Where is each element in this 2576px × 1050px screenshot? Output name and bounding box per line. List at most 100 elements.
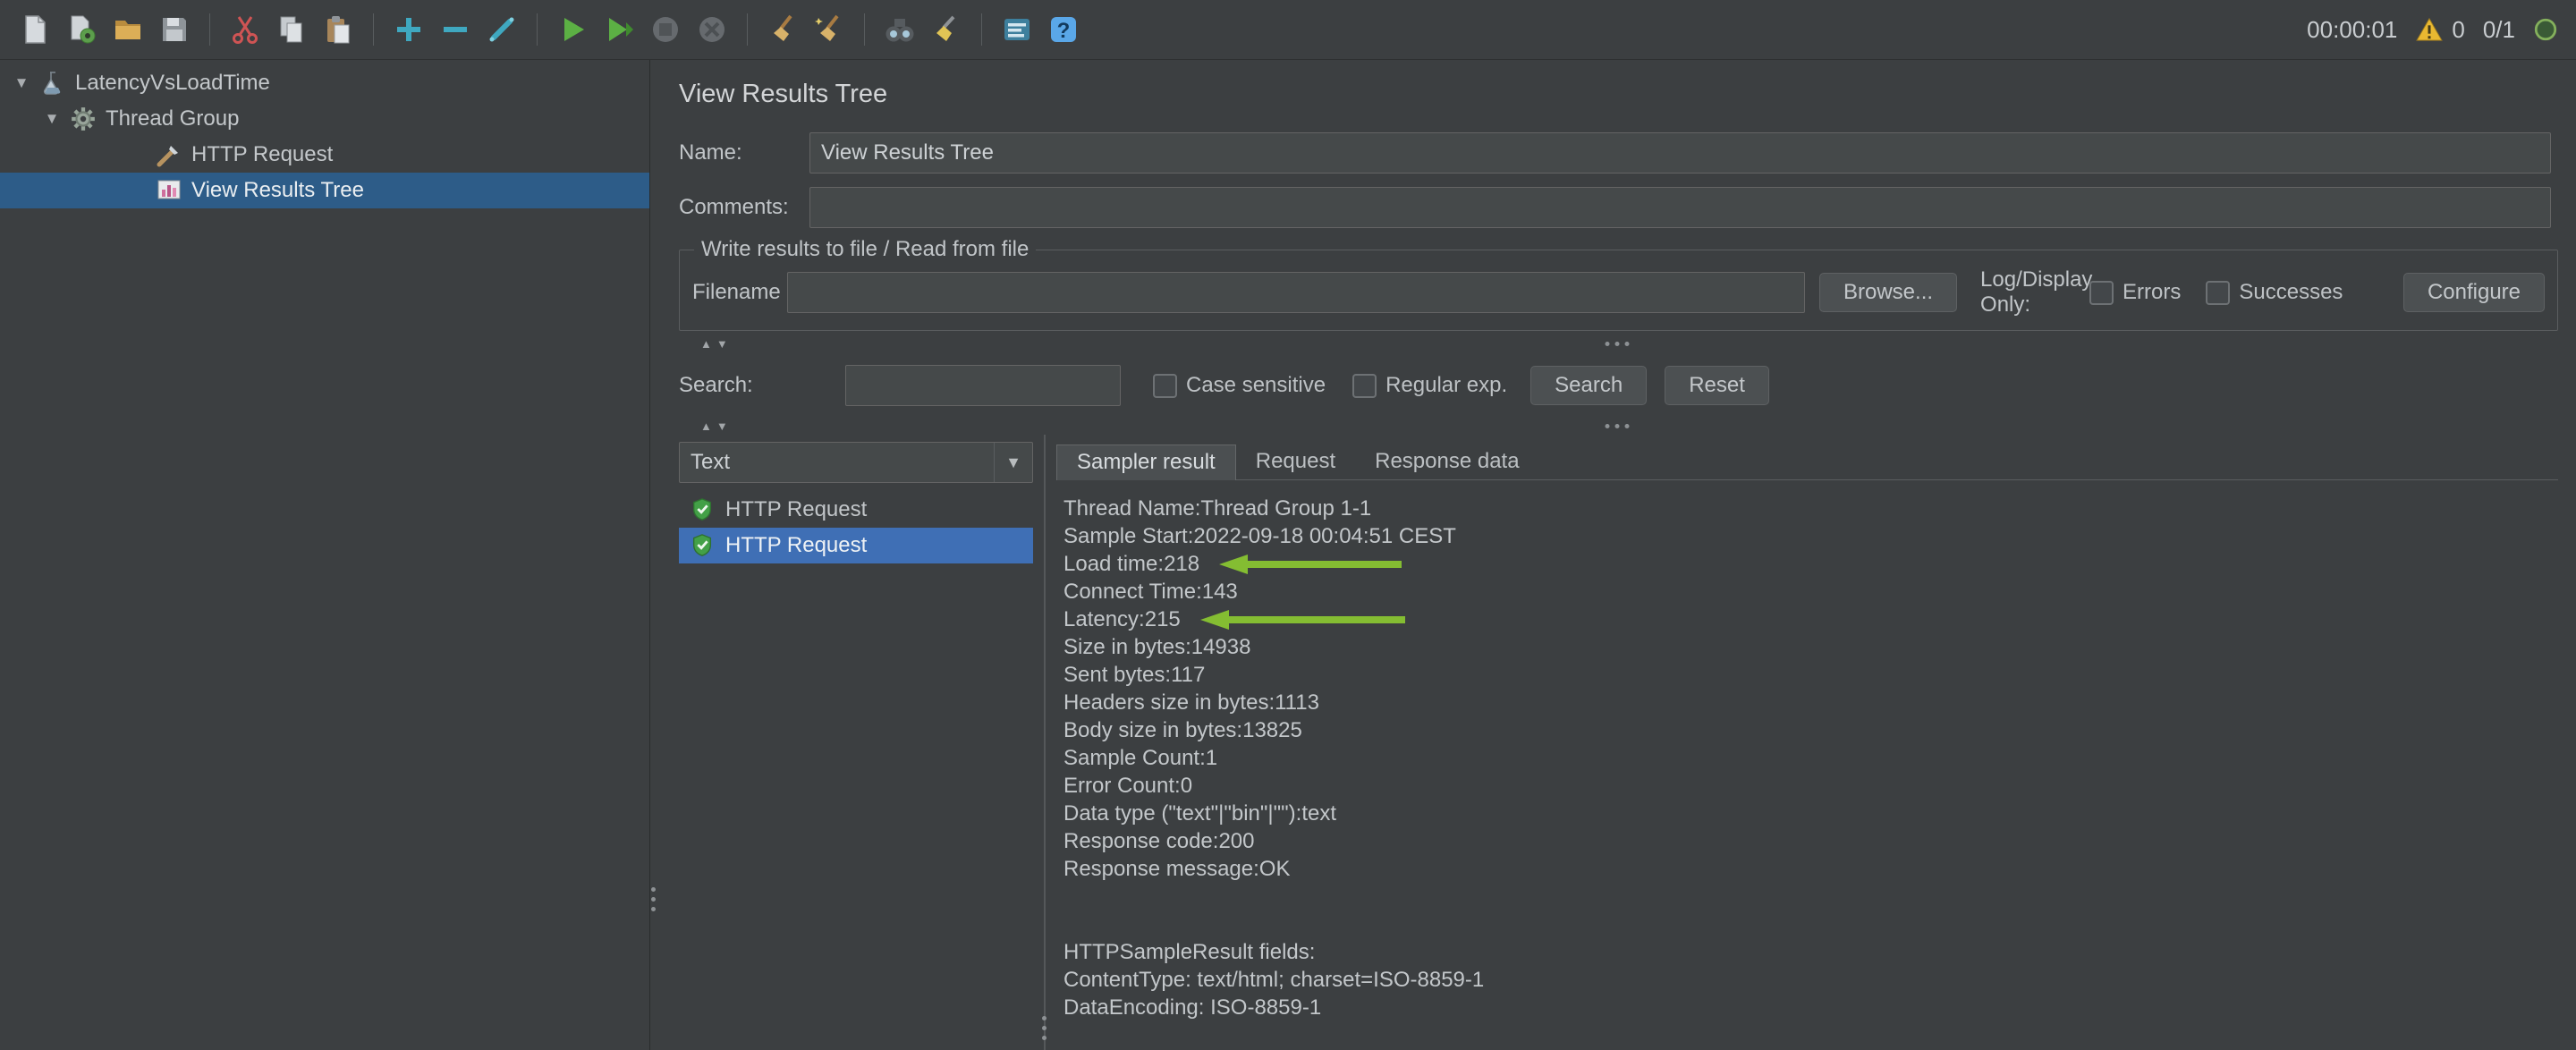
- collapse-all-button[interactable]: [435, 9, 476, 50]
- clear-all-broom-icon: [813, 13, 845, 46]
- detail-tabs: Sampler result Request Response data: [1056, 442, 2558, 480]
- clear-button[interactable]: [762, 9, 803, 50]
- clear-broom-icon: [767, 13, 799, 46]
- chart-icon: [154, 176, 184, 205]
- collapse-arrow-icon[interactable]: ▼: [9, 74, 34, 92]
- search-reset-icon: [930, 13, 962, 46]
- tree-item-http-request[interactable]: HTTP Request: [0, 137, 649, 173]
- paste-icon: [322, 13, 354, 46]
- sampler-result-text: Thread Name:Thread Group 1-1 Sample Star…: [1056, 495, 2558, 1021]
- configure-button[interactable]: Configure: [2403, 273, 2545, 312]
- tree-item-label: HTTP Request: [191, 142, 333, 167]
- open-folder-icon: [112, 13, 144, 46]
- search-toolbar-button[interactable]: [879, 9, 920, 50]
- sampler-result-line: Connect Time:143: [1063, 578, 2558, 605]
- elapsed-time: 00:00:01: [2307, 16, 2397, 44]
- sample-item-label: HTTP Request: [725, 533, 867, 558]
- sampler-result-line: Sample Count:1: [1063, 744, 2558, 772]
- splitter-collapse-arrows-icon[interactable]: ▲▼: [700, 337, 733, 351]
- start-button[interactable]: [552, 9, 593, 50]
- expand-all-button[interactable]: [388, 9, 429, 50]
- clear-all-button[interactable]: [809, 9, 850, 50]
- help-button[interactable]: ?: [1043, 9, 1084, 50]
- regular-exp-checkbox[interactable]: [1352, 374, 1377, 398]
- templates-button[interactable]: [61, 9, 102, 50]
- binoculars-icon: [884, 13, 916, 46]
- tree-main-splitter[interactable]: [650, 60, 657, 1050]
- splitter-grip-icon[interactable]: [651, 887, 656, 911]
- sample-item[interactable]: HTTP Request: [679, 528, 1033, 563]
- latency-value: Latency:215: [1063, 607, 1181, 632]
- splitter-grip-icon[interactable]: [1042, 1016, 1046, 1040]
- tree-item-view-results-tree[interactable]: View Results Tree: [0, 173, 649, 208]
- save-button[interactable]: [154, 9, 195, 50]
- reset-button[interactable]: Reset: [1665, 366, 1769, 405]
- log-warnings-indicator[interactable]: 0: [2415, 16, 2464, 44]
- errors-checkbox[interactable]: [2089, 281, 2114, 305]
- annotation-arrow-icon: [1219, 553, 1402, 576]
- help-icon: ?: [1047, 13, 1080, 46]
- toolbar-separator: [537, 13, 538, 46]
- splitter-grip-icon[interactable]: [1605, 424, 1629, 428]
- search-input[interactable]: [845, 365, 1121, 406]
- filename-label: Filename: [692, 280, 787, 305]
- copy-icon: [275, 13, 308, 46]
- function-helper-button[interactable]: [996, 9, 1038, 50]
- sample-item[interactable]: HTTP Request: [679, 492, 1033, 528]
- sampler-result-line: DataEncoding: ISO-8859-1: [1063, 994, 2558, 1021]
- annotation-arrow-icon: [1200, 608, 1406, 631]
- sampler-result-line: Data type ("text"|"bin"|""):text: [1063, 800, 2558, 827]
- case-sensitive-checkbox[interactable]: [1153, 374, 1177, 398]
- tree-item-thread-group[interactable]: ▼ Thread Group: [0, 101, 649, 137]
- detail-pane: Sampler result Request Response data Thr…: [1046, 435, 2576, 1050]
- splitter-grip-icon[interactable]: [1605, 342, 1629, 346]
- shutdown-button[interactable]: [691, 9, 733, 50]
- toolbar: ? 00:00:01 0 0/1: [0, 0, 2576, 60]
- page-title: View Results Tree: [679, 80, 2576, 109]
- upper-splitter[interactable]: ▲▼: [657, 336, 2576, 352]
- sampler-icon: [154, 140, 184, 169]
- tab-sampler-result[interactable]: Sampler result: [1056, 445, 1236, 480]
- tree-item-label: LatencyVsLoadTime: [75, 71, 270, 96]
- comments-label: Comments:: [679, 195, 809, 220]
- collapse-arrow-icon[interactable]: ▼: [39, 110, 64, 128]
- sample-list: HTTP Request HTTP Request: [679, 492, 1033, 563]
- flask-icon: [38, 69, 68, 97]
- load-time-value: Load time:218: [1063, 552, 1199, 577]
- browse-button[interactable]: Browse...: [1819, 273, 1957, 312]
- warning-icon: [2415, 17, 2444, 42]
- sampler-result-line: Response code:200: [1063, 827, 2558, 855]
- comments-input[interactable]: [809, 187, 2551, 228]
- lower-splitter[interactable]: ▲▼: [657, 419, 2576, 435]
- sampler-result-line: Response message:OK: [1063, 855, 2558, 883]
- tab-request[interactable]: Request: [1236, 444, 1355, 479]
- copy-button[interactable]: [271, 9, 312, 50]
- successes-checkbox[interactable]: [2206, 281, 2230, 305]
- start-no-pauses-button[interactable]: [598, 9, 640, 50]
- cut-button[interactable]: [225, 9, 266, 50]
- name-input[interactable]: [809, 132, 2551, 174]
- view-results-tree-panel: View Results Tree Name: Comments: Write …: [657, 60, 2576, 1050]
- chevron-down-icon[interactable]: ▼: [994, 443, 1032, 482]
- svg-text:?: ?: [1057, 19, 1071, 43]
- search-reset-button[interactable]: [926, 9, 967, 50]
- tree-item-test-plan[interactable]: ▼ LatencyVsLoadTime: [0, 65, 649, 101]
- paste-button[interactable]: [318, 9, 359, 50]
- filename-input[interactable]: [787, 272, 1805, 313]
- collapse-all-icon: [439, 13, 471, 46]
- tab-response-data[interactable]: Response data: [1355, 444, 1538, 479]
- open-button[interactable]: [107, 9, 148, 50]
- toggle-button[interactable]: [481, 9, 522, 50]
- sampler-result-line: Headers size in bytes:1113: [1063, 689, 2558, 716]
- search-button[interactable]: Search: [1530, 366, 1647, 405]
- new-test-plan-button[interactable]: [14, 9, 55, 50]
- sampler-result-line: Thread Name:Thread Group 1-1: [1063, 495, 2558, 522]
- toolbar-separator: [981, 13, 982, 46]
- toggle-icon: [486, 13, 518, 46]
- sampler-result-line: Error Count:0: [1063, 772, 2558, 800]
- splitter-collapse-arrows-icon[interactable]: ▲▼: [700, 419, 733, 433]
- view-mode-select[interactable]: Text ▼: [679, 442, 1033, 483]
- samples-detail-splitter[interactable]: [1044, 435, 1046, 1050]
- gear-icon: [68, 105, 98, 133]
- stop-button[interactable]: [645, 9, 686, 50]
